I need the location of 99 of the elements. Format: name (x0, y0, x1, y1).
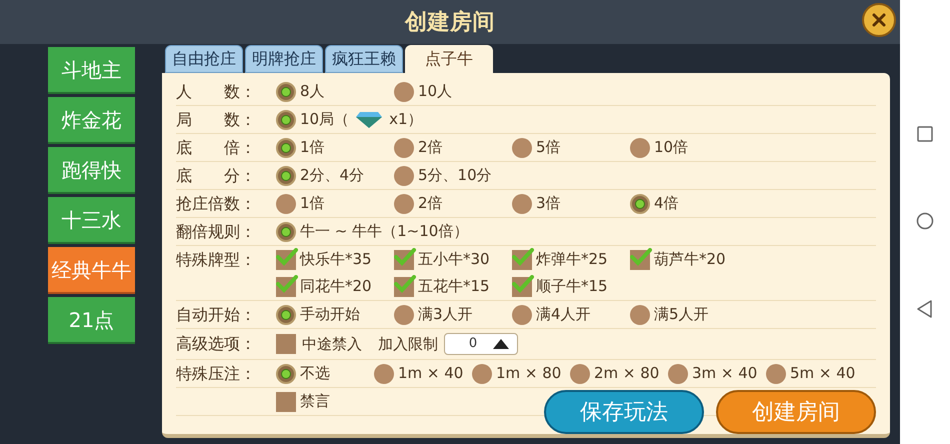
save-button[interactable]: 保存玩法 (544, 390, 704, 434)
option-text: 满4人开 (536, 304, 591, 326)
checkbox[interactable] (394, 250, 414, 270)
radio-button[interactable] (276, 82, 296, 102)
radio-button[interactable] (668, 364, 688, 384)
checkbox[interactable] (276, 250, 296, 270)
mode-tab[interactable]: 明牌抢庄 (245, 45, 323, 73)
game-tab[interactable]: 跑得快 (48, 147, 135, 194)
radio-button[interactable] (276, 222, 296, 242)
checkbox[interactable] (512, 276, 532, 296)
limit-stepper[interactable]: 0 (444, 333, 518, 355)
radio-button[interactable] (394, 194, 414, 214)
mode-tab[interactable]: 点子牛 (405, 45, 493, 73)
checkbox[interactable] (394, 276, 414, 296)
option-text: 中途禁入 (302, 334, 362, 355)
option-label: 翻倍规则： (176, 220, 257, 242)
radio-button[interactable] (512, 194, 532, 214)
option-label: 特殊牌型： (176, 248, 257, 270)
mode-tab[interactable]: 自由抢庄 (165, 45, 243, 73)
game-tab[interactable]: 十三水 (48, 197, 135, 244)
checkbox[interactable] (276, 276, 296, 296)
option-text: 10人 (418, 81, 452, 102)
radio-button[interactable] (394, 82, 414, 102)
option-text: 1倍 (300, 193, 325, 214)
radio-button[interactable] (512, 304, 532, 324)
radio-button[interactable] (276, 304, 296, 324)
radio-button[interactable] (472, 364, 492, 384)
option-text: 满3人开 (418, 304, 473, 326)
option-text: 葫芦牛*20 (654, 249, 726, 270)
option-label: 局 数： (176, 108, 257, 130)
option-text: 1m × 40 (398, 363, 464, 384)
option-label: 抢庄倍数： (176, 192, 257, 214)
option-label: 人 数： (176, 80, 257, 102)
radio-button[interactable] (374, 364, 394, 384)
radio-button[interactable] (394, 166, 414, 186)
circle-icon[interactable] (916, 212, 934, 230)
option-text: 五小牛*30 (418, 249, 490, 270)
radio-button[interactable] (630, 304, 650, 324)
radio-button[interactable] (276, 110, 296, 130)
create-room-button[interactable]: 创建房间 (716, 390, 876, 434)
option-label: 底 倍： (176, 136, 257, 158)
option-text: 满5人开 (654, 304, 709, 326)
diamond-icon (355, 110, 384, 128)
option-text: 2倍 (418, 193, 443, 214)
option-text: x1） (389, 109, 423, 130)
option-label: 底 分： (176, 164, 257, 186)
game-tab[interactable]: 斗地主 (48, 47, 135, 94)
radio-button[interactable] (276, 194, 296, 214)
option-label: 特殊压注： (176, 362, 257, 384)
option-text: 牛一 ~ 牛牛（1~10倍） (300, 221, 468, 242)
option-text: 顺子牛*15 (536, 276, 608, 298)
option-text: 5倍 (536, 137, 561, 158)
back-icon[interactable] (917, 300, 933, 318)
game-tab[interactable]: 经典牛牛 (48, 247, 135, 294)
radio-button[interactable] (276, 166, 296, 186)
option-label: 高级选项： (176, 333, 257, 355)
option-text: 五花牛*15 (418, 276, 490, 298)
square-icon[interactable] (917, 126, 933, 142)
checkbox[interactable] (630, 250, 650, 270)
checkbox[interactable] (512, 250, 532, 270)
up-arrow-icon (493, 339, 509, 349)
option-text: 5分、10分 (418, 165, 492, 186)
radio-button[interactable] (512, 138, 532, 158)
option-text: 不选 (300, 363, 330, 384)
close-button[interactable] (862, 3, 896, 37)
option-text: 3m × 40 (692, 363, 758, 384)
dialog-title: 创建房间 (404, 8, 496, 36)
option-text: 1倍 (300, 137, 325, 158)
option-label: 自动开始： (176, 304, 257, 326)
option-text: 2m × 80 (594, 363, 660, 384)
game-tab[interactable]: 炸金花 (48, 97, 135, 144)
radio-button[interactable] (276, 364, 296, 384)
option-text: 禁言 (300, 391, 330, 412)
game-tab[interactable]: 21点 (48, 297, 135, 344)
radio-button[interactable] (570, 364, 590, 384)
checkbox[interactable] (276, 334, 296, 354)
option-text: 8人 (300, 81, 325, 102)
option-text: 炸弹牛*25 (536, 249, 608, 270)
option-text: 1m × 80 (496, 363, 562, 384)
option-text: 5m × 40 (790, 363, 856, 384)
close-icon (871, 12, 887, 28)
option-text: 2倍 (418, 137, 443, 158)
radio-button[interactable] (276, 138, 296, 158)
radio-button[interactable] (766, 364, 786, 384)
mode-tab[interactable]: 疯狂王赖 (325, 45, 403, 73)
option-text: 手动开始 (300, 304, 360, 326)
radio-button[interactable] (630, 138, 650, 158)
option-text: 10倍 (654, 137, 688, 158)
option-text: 10局（ (300, 109, 350, 130)
option-text: 2分、4分 (300, 165, 364, 186)
option-text: 3倍 (536, 193, 561, 214)
limit-label: 加入限制 (378, 334, 438, 355)
checkbox[interactable] (276, 392, 296, 412)
radio-button[interactable] (630, 194, 650, 214)
radio-button[interactable] (394, 138, 414, 158)
option-text: 快乐牛*35 (300, 249, 372, 270)
radio-button[interactable] (394, 304, 414, 324)
option-text: 同花牛*20 (300, 276, 372, 298)
option-text: 4倍 (654, 193, 679, 214)
